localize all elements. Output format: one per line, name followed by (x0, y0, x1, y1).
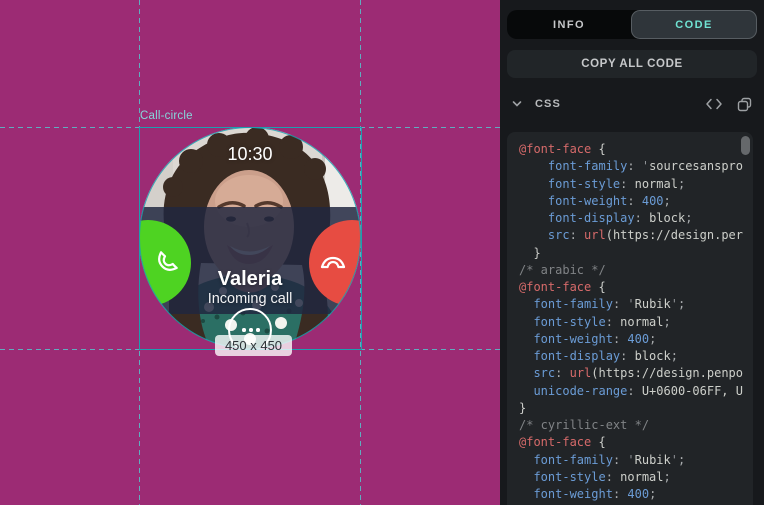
chevron-down-icon[interactable] (512, 100, 522, 108)
copy-icon[interactable] (737, 97, 752, 112)
call-time: 10:30 (139, 144, 361, 165)
tab-code[interactable]: CODE (631, 10, 757, 39)
tab-info[interactable]: INFO (507, 10, 631, 39)
css-code: @font-face { font-family: 'sourcesanspro… (507, 132, 753, 503)
size-badge: 450 x 450 (215, 335, 292, 356)
copy-all-code-button[interactable]: COPY ALL CODE (507, 50, 757, 78)
css-code-block[interactable]: @font-face { font-family: 'sourcesanspro… (507, 132, 753, 505)
call-status: Incoming call (139, 291, 361, 307)
right-sidebar: INFO CODE COPY ALL CODE CSS (500, 0, 764, 505)
shape-name-label: Call-circle (140, 110, 193, 122)
css-section-header: CSS (512, 93, 752, 115)
penpot-workspace: Call-circle (0, 0, 764, 505)
panel-tabs: INFO CODE (507, 10, 757, 39)
design-canvas[interactable]: Call-circle (0, 0, 500, 505)
section-title: CSS (535, 98, 561, 110)
code-embed-icon[interactable] (705, 98, 723, 110)
call-circle-shape[interactable]: 10:30 (139, 127, 361, 349)
code-scrollbar-thumb[interactable] (741, 136, 750, 155)
caller-name: Valeria (139, 268, 361, 291)
